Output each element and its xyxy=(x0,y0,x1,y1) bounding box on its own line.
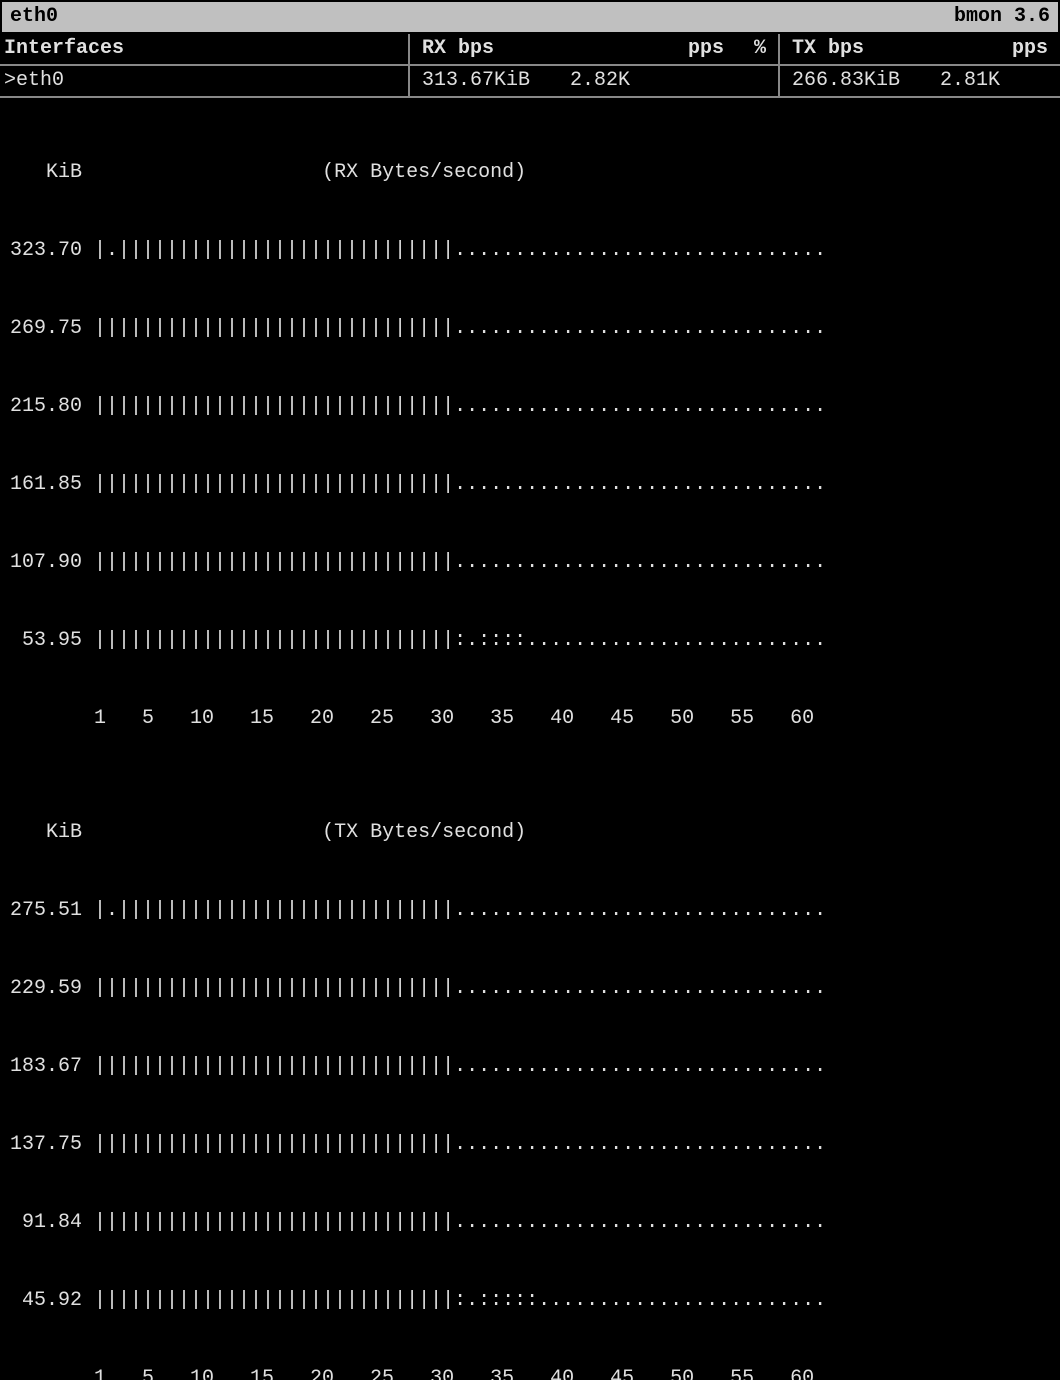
interface-name: >eth0 xyxy=(0,66,410,96)
rx-graph-row: 107.90 ||||||||||||||||||||||||||||||...… xyxy=(10,550,1050,576)
rx-bps-value: 313.67KiB xyxy=(422,68,530,94)
rx-graph-row: 215.80 ||||||||||||||||||||||||||||||...… xyxy=(10,394,1050,420)
interface-rx: 313.67KiB 2.82K xyxy=(410,66,780,96)
header-rx-bps: RX bps xyxy=(422,36,494,62)
header-interfaces: Interfaces xyxy=(0,34,410,64)
interface-row[interactable]: >eth0 313.67KiB 2.82K 266.83KiB 2.81K xyxy=(0,66,1060,98)
table-header-row: Interfaces RX bps pps % TX bps pps xyxy=(0,34,1060,66)
tx-graph-row: 45.92 ||||||||||||||||||||||||||||||:.::… xyxy=(10,1288,1050,1314)
title-left: eth0 xyxy=(10,4,58,30)
tx-graph-row: 229.59 ||||||||||||||||||||||||||||||...… xyxy=(10,976,1050,1002)
rx-graph-row: 161.85 ||||||||||||||||||||||||||||||...… xyxy=(10,472,1050,498)
rx-graph-xaxis: 1 5 10 15 20 25 30 35 40 45 50 55 60 xyxy=(10,706,1050,732)
rx-graph-row: 53.95 ||||||||||||||||||||||||||||||:.::… xyxy=(10,628,1050,654)
header-tx: TX bps pps xyxy=(780,34,1060,64)
tx-graph-row: 137.75 ||||||||||||||||||||||||||||||...… xyxy=(10,1132,1050,1158)
tx-graph-row: 183.67 ||||||||||||||||||||||||||||||...… xyxy=(10,1054,1050,1080)
header-rx: RX bps pps % xyxy=(410,34,780,64)
rx-graph-row: 269.75 ||||||||||||||||||||||||||||||...… xyxy=(10,316,1050,342)
interface-tx: 266.83KiB 2.81K xyxy=(780,66,1060,96)
tx-graph-xaxis: 1 5 10 15 20 25 30 35 40 45 50 55 60 xyxy=(10,1366,1050,1380)
rx-graph: KiB (RX Bytes/second) 323.70 |.|||||||||… xyxy=(0,98,1060,758)
tx-graph-row: 91.84 ||||||||||||||||||||||||||||||....… xyxy=(10,1210,1050,1236)
tx-pps-value: 2.81K xyxy=(940,68,1000,94)
header-tx-bps: TX bps xyxy=(792,36,864,62)
header-tx-pps: pps xyxy=(1012,36,1048,62)
header-pct: % xyxy=(754,36,766,62)
header-rx-pps: pps xyxy=(688,36,724,62)
rx-graph-row: 323.70 |.||||||||||||||||||||||||||||...… xyxy=(10,238,1050,264)
tx-graph-header: KiB (TX Bytes/second) xyxy=(10,820,1050,846)
tx-graph: KiB (TX Bytes/second) 275.51 |.|||||||||… xyxy=(0,758,1060,1380)
rx-pps-value: 2.82K xyxy=(570,68,630,94)
tx-graph-row: 275.51 |.||||||||||||||||||||||||||||...… xyxy=(10,898,1050,924)
title-right: bmon 3.6 xyxy=(954,4,1050,30)
tx-bps-value: 266.83KiB xyxy=(792,68,900,94)
rx-graph-header: KiB (RX Bytes/second) xyxy=(10,160,1050,186)
title-bar: eth0 bmon 3.6 xyxy=(0,0,1060,34)
